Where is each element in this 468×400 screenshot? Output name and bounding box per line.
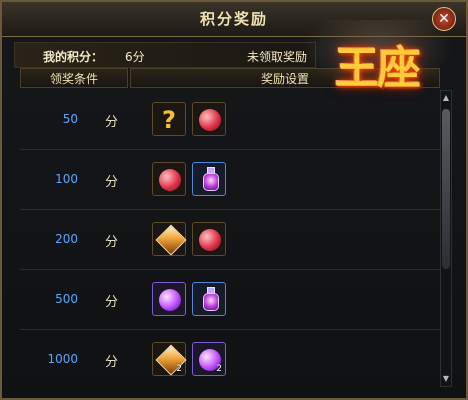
table-row: 100 分 xyxy=(20,150,440,210)
table-row: 1000 分 2 2 xyxy=(20,330,440,389)
reward-slot[interactable] xyxy=(192,282,226,316)
item-quantity: 2 xyxy=(176,364,182,374)
purple-potion-icon xyxy=(203,167,219,191)
question-mark-icon: ? xyxy=(162,106,176,134)
reward-slot[interactable] xyxy=(152,222,187,256)
unclaimed-status: 未领取奖励 xyxy=(247,50,308,64)
reward-slot[interactable] xyxy=(152,282,186,316)
reward-slot[interactable] xyxy=(192,162,226,196)
reward-slot[interactable]: 2 xyxy=(152,342,187,376)
logo-text: 王座 xyxy=(335,43,421,94)
points-value: 200 xyxy=(55,232,78,246)
red-orb-icon xyxy=(199,109,221,131)
reward-window: 积分奖励 ✕ 我的积分： 6分 未领取奖励 领奖条件 奖励设置 50 分 ? 1… xyxy=(0,0,468,400)
table-row: 200 分 xyxy=(20,210,440,270)
reward-list: 50 分 ? 100 分 200 分 500 分 1000 分 2 2 xyxy=(20,90,440,390)
purple-sphere-icon xyxy=(159,289,181,311)
reward-slot[interactable] xyxy=(152,162,186,196)
score-value: 6分 xyxy=(125,50,145,64)
scroll-thumb[interactable] xyxy=(442,109,450,269)
points-unit: 分 xyxy=(105,235,119,250)
red-orb-icon xyxy=(199,229,221,251)
points-value: 100 xyxy=(55,172,78,186)
table-row: 500 分 xyxy=(20,270,440,330)
reward-slot[interactable]: 2 xyxy=(192,342,226,376)
red-orb-icon xyxy=(159,169,181,191)
points-value: 50 xyxy=(62,112,78,126)
purple-potion-icon xyxy=(203,287,219,311)
reward-slot[interactable]: ? xyxy=(152,102,186,136)
points-unit: 分 xyxy=(105,355,119,370)
scroll-down-icon[interactable]: ▼ xyxy=(441,374,451,384)
game-logo: 王座 xyxy=(302,10,452,120)
orange-gem-icon xyxy=(155,224,187,256)
points-value: 500 xyxy=(55,292,78,306)
points-unit: 分 xyxy=(105,115,119,130)
score-bar: 我的积分： 6分 未领取奖励 xyxy=(14,42,316,68)
score-label: 我的积分： xyxy=(43,50,104,64)
points-value: 1000 xyxy=(47,352,78,366)
reward-slot[interactable] xyxy=(192,222,226,256)
points-unit: 分 xyxy=(105,295,119,310)
scrollbar[interactable]: ▲ ▼ xyxy=(440,90,452,387)
points-unit: 分 xyxy=(105,175,119,190)
header-condition: 领奖条件 xyxy=(20,68,128,88)
item-quantity: 2 xyxy=(216,364,222,374)
reward-slot[interactable] xyxy=(192,102,226,136)
